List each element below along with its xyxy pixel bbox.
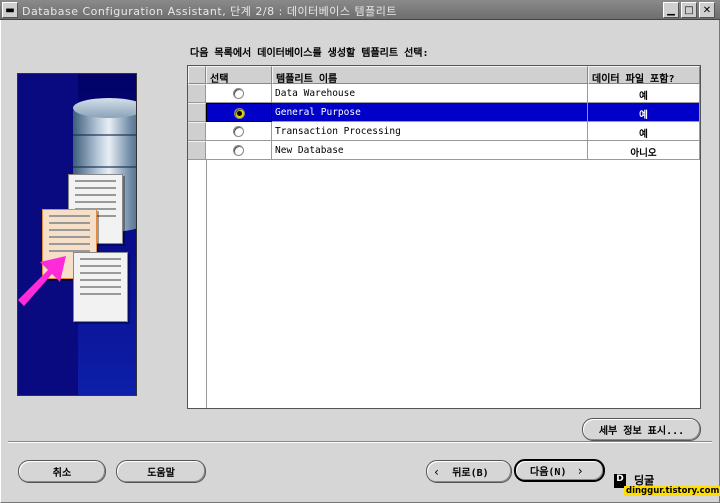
column-header-select[interactable]: 선택 [206, 66, 272, 85]
template-name-cell[interactable]: Data Warehouse [272, 84, 588, 103]
next-button-label: 다음(N) [530, 467, 567, 478]
includes-data-cell[interactable]: 아니오 [588, 141, 700, 160]
divider [8, 441, 712, 443]
radio-button[interactable] [233, 88, 244, 99]
includes-data-cell[interactable]: 예 [588, 122, 700, 141]
select-cell[interactable] [206, 141, 272, 160]
table-row[interactable]: Transaction Processing 예 [188, 122, 700, 141]
table-row[interactable]: General Purpose 예 [188, 103, 700, 122]
table-row[interactable]: New Database 아니오 [188, 141, 700, 160]
includes-data-cell[interactable]: 예 [588, 84, 700, 103]
minimize-icon[interactable]: ▁ [663, 2, 679, 18]
column-header-includes-datafiles[interactable]: 데이터 파일 포함? [588, 66, 700, 85]
row-header[interactable] [188, 122, 206, 141]
back-button-label: 뒤로(B) [452, 468, 489, 479]
template-table: 선택 템플리트 이름 데이터 파일 포함? Data Warehouse 예 G… [187, 65, 701, 409]
template-name-cell[interactable]: Transaction Processing [272, 122, 588, 141]
chevron-right-icon: › [576, 463, 584, 478]
row-header[interactable] [188, 103, 206, 122]
column-header-template-name[interactable]: 템플리트 이름 [272, 66, 588, 85]
close-icon[interactable]: ✕ [699, 2, 715, 18]
template-name-cell[interactable]: New Database [272, 141, 588, 160]
wizard-illustration [17, 73, 137, 396]
database-top [73, 98, 136, 118]
select-cell[interactable] [206, 103, 272, 122]
prompt-label: 다음 목록에서 데이터베이스를 생성할 템플리트 선택: [190, 48, 429, 59]
chevron-left-icon: ‹ [433, 464, 441, 479]
row-header-corner [188, 66, 206, 84]
row-header[interactable] [188, 84, 206, 103]
title-bar: ▬ Database Configuration Assistant, 단계 2… [0, 0, 720, 20]
help-button[interactable]: 도움말 [116, 460, 206, 483]
radio-button[interactable] [233, 126, 244, 137]
show-details-button[interactable]: 세부 정보 표시... [582, 418, 701, 441]
cancel-button[interactable]: 취소 [18, 460, 106, 483]
select-cell[interactable] [206, 84, 272, 103]
template-name-cell[interactable]: General Purpose [272, 103, 588, 122]
radio-button[interactable] [233, 145, 244, 156]
table-header: 선택 템플리트 이름 데이터 파일 포함? [188, 66, 700, 85]
watermark: D 딩굴 dinggur.tistory.com [614, 472, 720, 496]
row-header[interactable] [188, 141, 206, 160]
maximize-icon[interactable]: □ [681, 2, 697, 18]
watermark-url: dinggur.tistory.com [624, 486, 720, 496]
select-cell[interactable] [206, 122, 272, 141]
radio-button-selected[interactable] [234, 108, 245, 119]
arrow-icon [18, 256, 66, 306]
table-row[interactable]: Data Warehouse 예 [188, 84, 700, 103]
back-button[interactable]: ‹ 뒤로(B) [426, 460, 512, 483]
document-icon [73, 252, 128, 322]
includes-data-cell[interactable]: 예 [588, 103, 700, 122]
window-title: Database Configuration Assistant, 단계 2/8… [22, 5, 398, 18]
next-button[interactable]: 다음(N) › [514, 459, 605, 482]
window-menu-icon[interactable]: ▬ [2, 2, 18, 18]
